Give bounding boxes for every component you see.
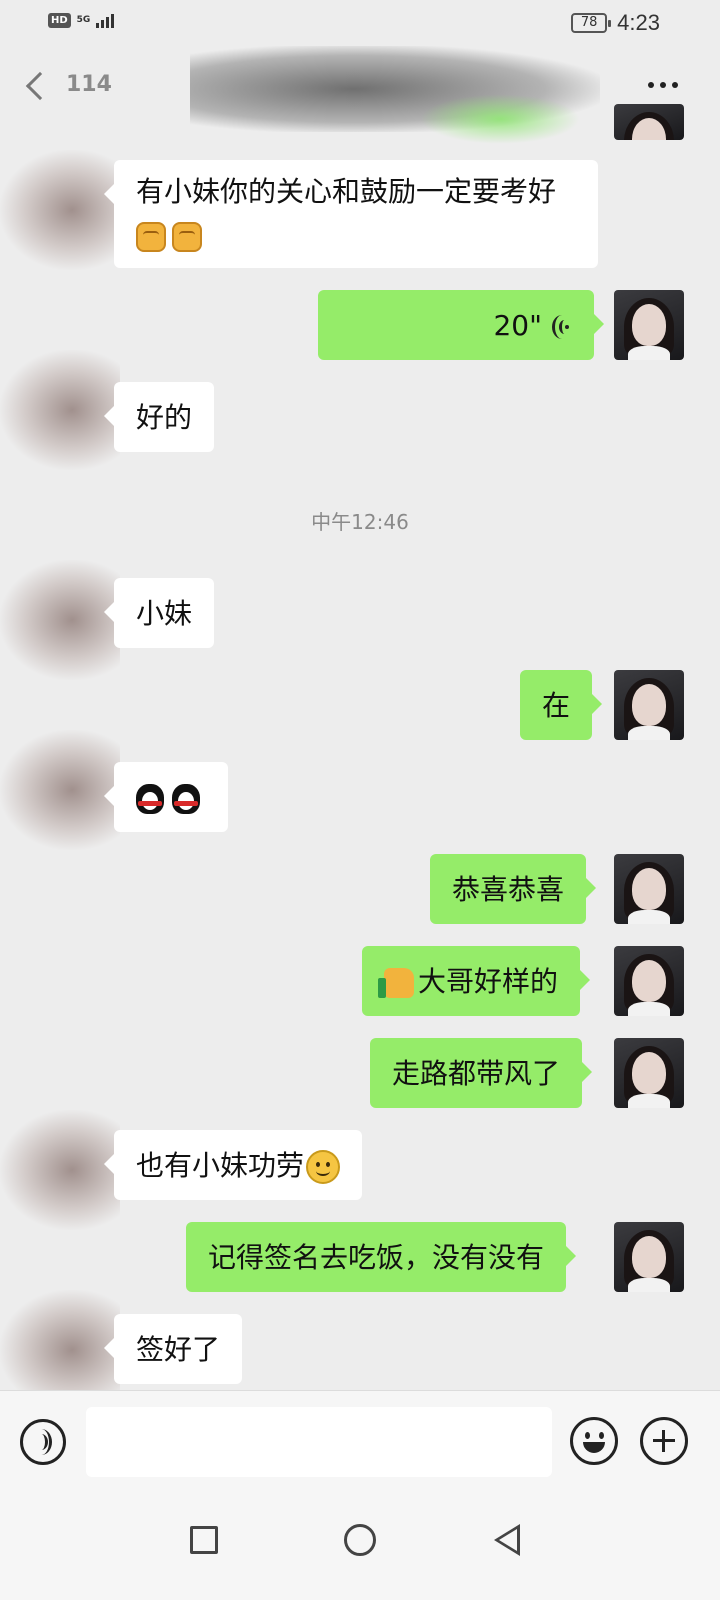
chat-timestamp: 中午12:46: [311, 510, 409, 534]
message-text: 也有小妹功劳: [136, 1149, 305, 1182]
message-bubble-sent[interactable]: 恭喜恭喜: [430, 854, 597, 924]
input-bar: [0, 1390, 720, 1490]
message-bubble-sent[interactable]: 大哥好样的: [362, 946, 591, 1016]
message-bubble-received[interactable]: [104, 762, 228, 832]
message-bubble-received[interactable]: 也有小妹功劳: [103, 1130, 363, 1200]
voice-wave-icon: [552, 315, 572, 339]
recent-apps-icon[interactable]: [190, 1526, 218, 1554]
thumbs-up-emoji-icon: [378, 968, 414, 998]
avatar[interactable]: [0, 350, 120, 470]
message-bubble-received[interactable]: 有小妹你的关心和鼓励一定要考好: [104, 160, 598, 268]
avatar[interactable]: [0, 150, 120, 270]
smile-emoji-icon: [306, 1150, 341, 1184]
message-text: 恭喜恭喜: [452, 873, 565, 906]
avatar-self[interactable]: [614, 946, 684, 1016]
message-bubble-received[interactable]: 签好了: [103, 1314, 243, 1384]
back-triangle-icon[interactable]: [494, 1524, 520, 1556]
unread-count[interactable]: 114: [66, 72, 112, 97]
avatar-self[interactable]: [614, 1222, 684, 1292]
back-arrow-icon[interactable]: [25, 71, 55, 101]
message-text: 签好了: [136, 1333, 221, 1366]
status-left: HD 5G: [48, 12, 115, 28]
message-bubble-sent[interactable]: 走路都带风了: [370, 1038, 593, 1108]
message-text: 走路都带风了: [392, 1057, 561, 1090]
penguin-emoji-icon: [172, 784, 200, 814]
hd-badge: HD: [48, 12, 71, 28]
network-label: 5G: [76, 14, 91, 25]
avatar-self[interactable]: [614, 290, 684, 360]
system-nav-bar: [0, 1490, 720, 1600]
redaction-mark: [420, 94, 580, 144]
message-bubble-sent[interactable]: 在: [520, 670, 603, 740]
avatar-self[interactable]: [614, 670, 684, 740]
message-text: 在: [542, 689, 571, 722]
message-text: 大哥好样的: [418, 965, 559, 998]
fist-emoji-icon: [136, 222, 166, 252]
message-text: 小妹: [136, 597, 193, 630]
message-bubble-received[interactable]: 小妹: [103, 578, 215, 648]
message-text: 记得签名去吃饭，没有没有: [208, 1241, 545, 1274]
penguin-emoji-icon: [136, 784, 164, 814]
message-bubble-received[interactable]: 好的: [103, 382, 215, 452]
home-icon[interactable]: [344, 1524, 376, 1556]
voice-message-bubble[interactable]: 20": [318, 290, 604, 360]
battery-icon: 78: [571, 13, 612, 33]
plus-icon[interactable]: [640, 1417, 688, 1465]
avatar-self[interactable]: [614, 1038, 684, 1108]
signal-icon: [96, 12, 115, 28]
emoji-icon[interactable]: [570, 1417, 618, 1465]
message-text: 好的: [136, 401, 193, 434]
avatar[interactable]: [0, 560, 120, 680]
message-text: 有小妹你的关心和鼓励一定要考好: [136, 175, 557, 208]
status-time: 4:23: [617, 10, 660, 35]
chat-header: 114: [0, 46, 720, 144]
voice-duration: 20": [493, 309, 542, 342]
status-bar: HD 5G 78 4:23: [0, 0, 720, 46]
more-dots-icon[interactable]: [648, 82, 678, 88]
avatar-self[interactable]: [614, 854, 684, 924]
status-right: 78 4:23: [571, 10, 660, 36]
fist-emoji-icon: [172, 222, 202, 252]
message-bubble-sent[interactable]: 记得签名去吃饭，没有没有: [186, 1222, 577, 1292]
avatar-self[interactable]: [614, 104, 684, 140]
message-input[interactable]: [86, 1407, 552, 1477]
avatar[interactable]: [0, 730, 120, 850]
avatar[interactable]: [0, 1110, 120, 1230]
voice-input-icon[interactable]: [20, 1419, 66, 1465]
